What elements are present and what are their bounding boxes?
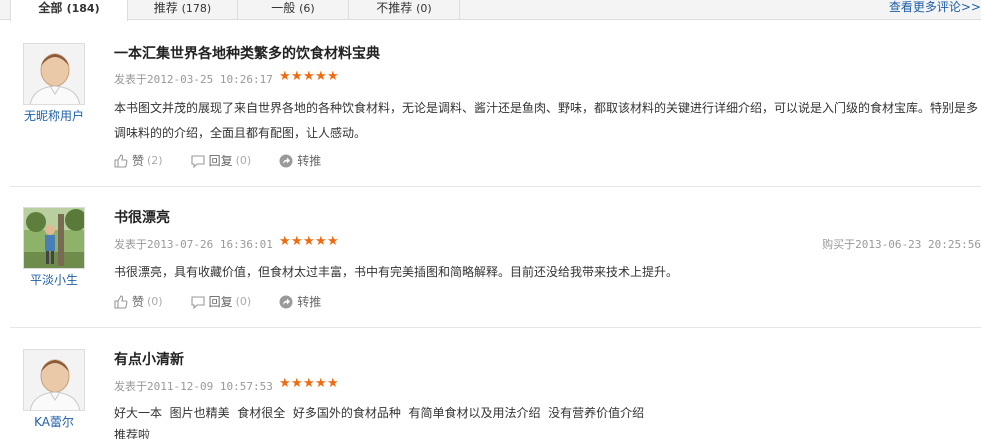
review-content: 好大一本 图片也精美 食材很全 好多国外的食材品种 有简单食材以及用法介绍 没有… xyxy=(114,402,981,439)
rating-stars: ★ ★ ★ ★ ★ xyxy=(279,69,339,84)
star-icon: ★ xyxy=(327,69,339,84)
tab-count: (0) xyxy=(416,2,432,15)
star-icon: ★ xyxy=(315,376,327,391)
share-button[interactable]: 转推 xyxy=(279,152,321,169)
reviewer-name[interactable]: 无昵称用户 xyxy=(12,107,96,124)
share-label: 转推 xyxy=(297,295,322,309)
tab-label: 全部 xyxy=(38,1,63,15)
reply-label: 回复 xyxy=(208,154,233,168)
star-icon: ★ xyxy=(291,234,303,249)
review-content-line: 好大一本 图片也精美 食材很全 好多国外的食材品种 有简单食材以及用法介绍 没有… xyxy=(114,406,645,420)
share-button[interactable]: 转推 xyxy=(279,293,321,310)
star-icon: ★ xyxy=(327,376,339,391)
posted-time: 发表于2011-12-09 10:57:53 xyxy=(114,380,273,393)
review-item: 无昵称用户 一本汇集世界各地种类繁多的饮食材料宝典 发表于2012-03-25 … xyxy=(10,21,981,187)
tab-all[interactable]: 全部 (184) xyxy=(10,0,128,21)
reply-label: 回复 xyxy=(208,295,233,309)
like-button[interactable]: 赞 (2) xyxy=(114,152,163,169)
like-label: 赞 xyxy=(132,154,145,168)
tab-count: (6) xyxy=(299,2,315,15)
tab-label: 不推荐 xyxy=(376,1,413,15)
review-title: 一本汇集世界各地种类繁多的饮食材料宝典 xyxy=(114,46,380,62)
more-reviews-link[interactable]: 查看更多评论>> xyxy=(889,0,981,14)
reply-button[interactable]: 回复 (0) xyxy=(191,293,252,310)
like-count: (0) xyxy=(147,295,163,308)
tab-label: 一般 xyxy=(271,1,296,15)
tab-average[interactable]: 一般 (6) xyxy=(238,0,349,20)
thumbs-up-icon xyxy=(114,294,128,309)
review-item: KA蕾尔 有点小清新 发表于2011-12-09 10:57:53 ★ ★ ★ ★ ★ … xyxy=(10,328,981,439)
share-icon xyxy=(279,295,293,308)
share-icon xyxy=(279,154,293,167)
tab-not-recommended[interactable]: 不推荐 (0) xyxy=(349,0,460,20)
comment-icon xyxy=(191,295,205,309)
tab-recommended[interactable]: 推荐 (178) xyxy=(128,0,238,20)
comment-icon xyxy=(191,154,205,168)
tab-count: (178) xyxy=(181,2,212,15)
like-button[interactable]: 赞 (0) xyxy=(114,293,163,310)
tab-label: 推荐 xyxy=(153,1,178,15)
star-icon: ★ xyxy=(303,234,315,249)
reviewer-name[interactable]: KA蕾尔 xyxy=(12,413,96,430)
default-avatar-icon[interactable] xyxy=(23,43,85,105)
posted-time: 发表于2013-07-26 16:36:01 xyxy=(114,238,273,251)
review-actions: 赞 (0) 回复 (0) 转推 xyxy=(114,293,349,310)
review-content-line: 调味料的的介绍，全面且都有配图，让人感动。 xyxy=(114,126,367,140)
default-avatar-icon[interactable] xyxy=(23,349,85,411)
star-icon: ★ xyxy=(303,376,315,391)
review-content: 本书图文并茂的展现了来自世界各地的各种饮食材料，无论是调料、酱汁还是鱼肉、野味，… xyxy=(114,96,981,146)
tab-count: (184) xyxy=(66,2,100,15)
reply-button[interactable]: 回复 (0) xyxy=(191,152,252,169)
star-icon: ★ xyxy=(291,69,303,84)
star-icon: ★ xyxy=(327,234,339,249)
rating-stars: ★ ★ ★ ★ ★ xyxy=(279,234,339,249)
purchase-time: 购买于2013-06-23 20:25:56 xyxy=(822,238,981,251)
reviewer-name[interactable]: 平淡小生 xyxy=(12,271,96,288)
share-label: 转推 xyxy=(297,154,322,168)
thumbs-up-icon xyxy=(114,153,128,168)
star-icon: ★ xyxy=(315,69,327,84)
like-label: 赞 xyxy=(132,295,145,309)
review-actions: 赞 (2) 回复 (0) 转推 xyxy=(114,152,349,169)
star-icon: ★ xyxy=(291,376,303,391)
review-title: 有点小清新 xyxy=(114,352,184,368)
review-content-line: 本书图文并茂的展现了来自世界各地的各种饮食材料，无论是调料、酱汁还是鱼肉、野味，… xyxy=(114,101,979,115)
star-icon: ★ xyxy=(279,234,291,249)
review-content-line: 推荐啦 xyxy=(114,428,151,439)
star-icon: ★ xyxy=(279,376,291,391)
review-title: 书很漂亮 xyxy=(114,210,170,226)
star-icon: ★ xyxy=(315,234,327,249)
star-icon: ★ xyxy=(279,69,291,84)
posted-time: 发表于2012-03-25 10:26:17 xyxy=(114,73,273,86)
review-content: 书很漂亮，具有收藏价值，但食材太过丰富，书中有完美插图和简略解释。目前还没给我带… xyxy=(114,260,981,285)
review-tab-bar: 全部 (184) 推荐 (178) 一般 (6) 不推荐 (0) 查看更多评论>… xyxy=(0,0,981,21)
like-count: (2) xyxy=(147,154,163,167)
reply-count: (0) xyxy=(235,154,252,167)
review-item: 平淡小生 书很漂亮 发表于2013-07-26 16:36:01 ★ ★ ★ ★ ★ 购… xyxy=(10,187,981,328)
review-content-line: 书很漂亮，具有收藏价值，但食材太过丰富，书中有完美插图和简略解释。目前还没给我带… xyxy=(114,265,679,279)
star-icon: ★ xyxy=(303,69,315,84)
rating-stars: ★ ★ ★ ★ ★ xyxy=(279,376,339,391)
user-photo-avatar[interactable] xyxy=(23,207,85,269)
reply-count: (0) xyxy=(235,295,252,308)
